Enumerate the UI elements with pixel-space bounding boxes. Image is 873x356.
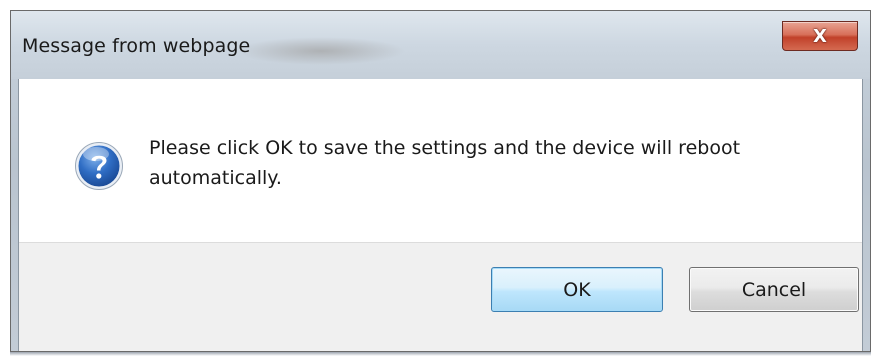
cancel-button[interactable]: Cancel [689, 267, 859, 312]
ok-button[interactable]: OK [491, 267, 663, 312]
dialog-titlebar[interactable]: Message from webpage X [11, 11, 870, 79]
dialog-body: Please click OK to save the settings and… [18, 79, 863, 351]
close-icon: X [813, 25, 827, 47]
close-button[interactable]: X [782, 21, 858, 51]
dialog-button-bar: OK Cancel [19, 242, 862, 351]
dialog-message: Please click OK to save the settings and… [149, 137, 741, 189]
message-dialog: Message from webpage X Please click OK t… [10, 10, 871, 352]
window-shadow [10, 352, 871, 356]
dialog-content: Please click OK to save the settings and… [19, 79, 862, 242]
question-icon [75, 142, 123, 190]
dialog-title: Message from webpage [22, 35, 251, 57]
